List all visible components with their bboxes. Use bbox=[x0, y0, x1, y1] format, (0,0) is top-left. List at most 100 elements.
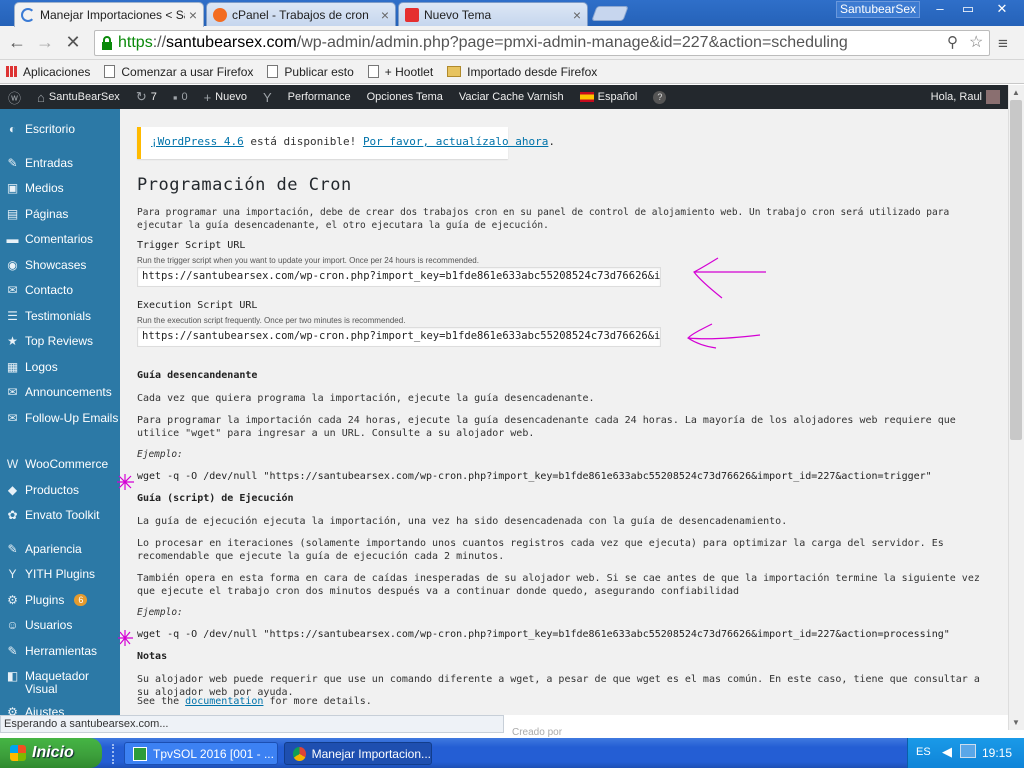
trigger-url-hint: Run the trigger script when you want to … bbox=[137, 256, 479, 265]
sidebar-item-label: Contacto bbox=[25, 283, 74, 297]
start-button[interactable]: Inicio bbox=[0, 738, 102, 768]
close-icon[interactable]: × bbox=[381, 7, 389, 23]
trigger-url-input[interactable]: https://santubearsex.com/wp-cron.php?imp… bbox=[137, 267, 661, 287]
sidebar-item-label: Top Reviews bbox=[25, 334, 94, 348]
new-content-menu[interactable]: + Nuevo bbox=[196, 90, 255, 105]
sidebar-item-showcases[interactable]: ◉ Showcases bbox=[0, 259, 120, 272]
profile-button[interactable]: SantubearSex bbox=[836, 1, 920, 18]
my-account-menu[interactable]: Hola, Raul bbox=[923, 90, 1008, 104]
tab-cpanel[interactable]: cPanel - Trabajos de cron × bbox=[206, 2, 396, 26]
testimonial-icon: ☰ bbox=[7, 309, 18, 323]
tpvsol-app-icon bbox=[133, 746, 147, 761]
adminbar-vaciar-cache[interactable]: Vaciar Cache Varnish bbox=[451, 91, 572, 103]
notes-heading: Notas bbox=[137, 651, 168, 662]
trigger-command: wget -q -O /dev/null "https://santubears… bbox=[137, 471, 932, 482]
folder-icon bbox=[447, 66, 462, 77]
sidebar-item-herramientas[interactable]: ✎ Herramientas bbox=[0, 645, 120, 658]
windows-logo-icon bbox=[10, 745, 26, 761]
site-name-menu[interactable]: ⌂ SantuBearSex bbox=[29, 90, 128, 105]
close-icon[interactable]: × bbox=[189, 7, 197, 23]
announcement-icon: ✉ bbox=[7, 385, 18, 399]
wp-logo-menu[interactable]: ⓦ bbox=[0, 88, 29, 107]
close-window-button[interactable]: ✕ bbox=[984, 0, 1020, 18]
sidebar-item-follow-up-emails[interactable]: ✉ Follow-Up Emails bbox=[0, 412, 120, 425]
bookmark-folder-firefox[interactable]: Importado desde Firefox bbox=[447, 65, 597, 79]
sidebar-item-top-reviews[interactable]: ★ Top Reviews bbox=[0, 335, 120, 348]
page-icon bbox=[367, 65, 379, 78]
sidebar-item-entradas[interactable]: ✎ Entradas bbox=[0, 157, 120, 170]
address-bar[interactable]: https://santubearsex.com/wp-admin/admin.… bbox=[94, 30, 990, 56]
sidebar-item-maquetador-visual[interactable]: ◧ Maquetador Visual bbox=[0, 670, 120, 696]
sidebar-item-label: Maquetador Visual bbox=[25, 669, 90, 696]
sidebar-item-woocommerce[interactable]: W WooCommerce bbox=[0, 458, 120, 471]
logos-icon: ▦ bbox=[6, 360, 19, 374]
task-chrome[interactable]: Manejar Importacion... bbox=[284, 742, 432, 765]
sidebar-item-label: Escritorio bbox=[25, 122, 76, 136]
scrollbar-thumb[interactable] bbox=[1010, 100, 1022, 440]
plus-icon: + bbox=[203, 89, 212, 105]
sidebar-item-escritorio[interactable]: ◐ Escritorio bbox=[0, 123, 120, 136]
scroll-down-icon[interactable]: ▼ bbox=[1008, 716, 1024, 730]
exec-paragraph-2: Lo procesar en iteraciones (solamente im… bbox=[137, 538, 944, 562]
tab-manejar-importaciones[interactable]: Manejar Importaciones < Santu × bbox=[14, 2, 204, 27]
sidebar-item-plugins[interactable]: ⚙ Plugins 6 bbox=[0, 594, 120, 607]
sidebar-item-label: Herramientas bbox=[25, 644, 98, 658]
language-indicator[interactable]: ES bbox=[916, 746, 931, 758]
spain-flag-icon bbox=[579, 92, 594, 102]
tray-expand-icon[interactable]: ◀ bbox=[942, 744, 952, 760]
sidebar-item-comentarios[interactable]: ▬ Comentarios bbox=[0, 233, 120, 246]
update-notice: ¡WordPress 4.6 está disponible! Por favo… bbox=[137, 127, 555, 159]
sidebar-item-label: Showcases bbox=[25, 258, 87, 272]
sidebar-item-envato-toolkit[interactable]: ✿ Envato Toolkit bbox=[0, 509, 120, 522]
bookmark-hootlet[interactable]: + Hootlet bbox=[367, 65, 433, 79]
stop-icon[interactable]: ✕ bbox=[62, 32, 84, 54]
clock[interactable]: 19:15 bbox=[982, 746, 1012, 760]
bookmark-aplicaciones[interactable]: Aplicaciones bbox=[6, 65, 90, 79]
bookmark-publicar[interactable]: Publicar esto bbox=[267, 65, 354, 79]
sidebar-item-productos[interactable]: ◆ Productos bbox=[0, 484, 120, 497]
sidebar-item-label: Envato Toolkit bbox=[25, 508, 100, 522]
close-icon[interactable]: × bbox=[573, 7, 581, 23]
exec-url-input[interactable]: https://santubearsex.com/wp-cron.php?imp… bbox=[137, 327, 661, 347]
zoom-icon[interactable]: ⚲ bbox=[947, 33, 958, 51]
menu-icon[interactable]: ≡ bbox=[998, 34, 1008, 54]
sidebar-item-medios[interactable]: ▣ Medios bbox=[0, 182, 120, 195]
updates-menu[interactable]: ↻ 7 bbox=[128, 89, 165, 105]
adminbar-opciones-tema[interactable]: Opciones Tema bbox=[359, 91, 451, 103]
updates-icon: ↻ bbox=[135, 89, 147, 104]
documentation-link[interactable]: documentation bbox=[185, 696, 263, 707]
task-tpvsol[interactable]: TpvSOL 2016 [001 - ... bbox=[124, 742, 278, 765]
sidebar-item-announcements[interactable]: ✉ Announcements bbox=[0, 386, 120, 399]
scroll-up-icon[interactable]: ▲ bbox=[1008, 86, 1024, 100]
help-menu[interactable]: ? bbox=[645, 90, 674, 104]
sidebar-item-testimonials[interactable]: ☰ Testimonials bbox=[0, 310, 120, 323]
email-icon: ✉ bbox=[7, 411, 18, 425]
sidebar-item-p-ginas[interactable]: ▤ Páginas bbox=[0, 208, 120, 221]
bookmark-comenzar[interactable]: Comenzar a usar Firefox bbox=[104, 65, 253, 79]
tab-nuevo-tema[interactable]: Nuevo Tema × bbox=[398, 2, 588, 26]
sidebar-item-label: Follow-Up Emails bbox=[25, 411, 119, 425]
update-now-link[interactable]: Por favor, actualízalo ahora bbox=[363, 135, 548, 148]
maximize-button[interactable]: ▭ bbox=[954, 0, 982, 18]
yoast-menu[interactable]: Y bbox=[255, 90, 280, 105]
minimize-button[interactable]: – bbox=[926, 0, 954, 18]
sidebar-item-logos[interactable]: ▦ Logos bbox=[0, 361, 120, 374]
sidebar-item-contacto[interactable]: ✉ Contacto bbox=[0, 284, 120, 297]
back-icon[interactable]: ← bbox=[6, 32, 28, 54]
builder-icon: ◧ bbox=[6, 669, 19, 683]
sidebar-item-apariencia[interactable]: ✎ Apariencia bbox=[0, 543, 120, 556]
comments-menu[interactable]: ▪ 0 bbox=[165, 90, 196, 105]
new-tab-button[interactable] bbox=[591, 6, 629, 21]
loading-spinner-icon bbox=[21, 8, 35, 22]
adminbar-performance[interactable]: Performance bbox=[280, 91, 359, 103]
adminbar-language[interactable]: Español bbox=[572, 91, 646, 103]
sidebar-item-label: Logos bbox=[25, 360, 58, 374]
page-icon bbox=[267, 65, 279, 78]
star-icon[interactable]: ☆ bbox=[969, 32, 983, 52]
forward-icon[interactable]: → bbox=[34, 32, 56, 54]
browser-status-bar: Esperando a santubearsex.com... bbox=[0, 715, 504, 733]
network-icon[interactable] bbox=[960, 744, 976, 758]
sidebar-item-yith-plugins[interactable]: Y YITH Plugins bbox=[0, 568, 120, 581]
wordpress-version-link[interactable]: ¡WordPress 4.6 bbox=[151, 135, 244, 148]
sidebar-item-usuarios[interactable]: ☺ Usuarios bbox=[0, 619, 120, 632]
